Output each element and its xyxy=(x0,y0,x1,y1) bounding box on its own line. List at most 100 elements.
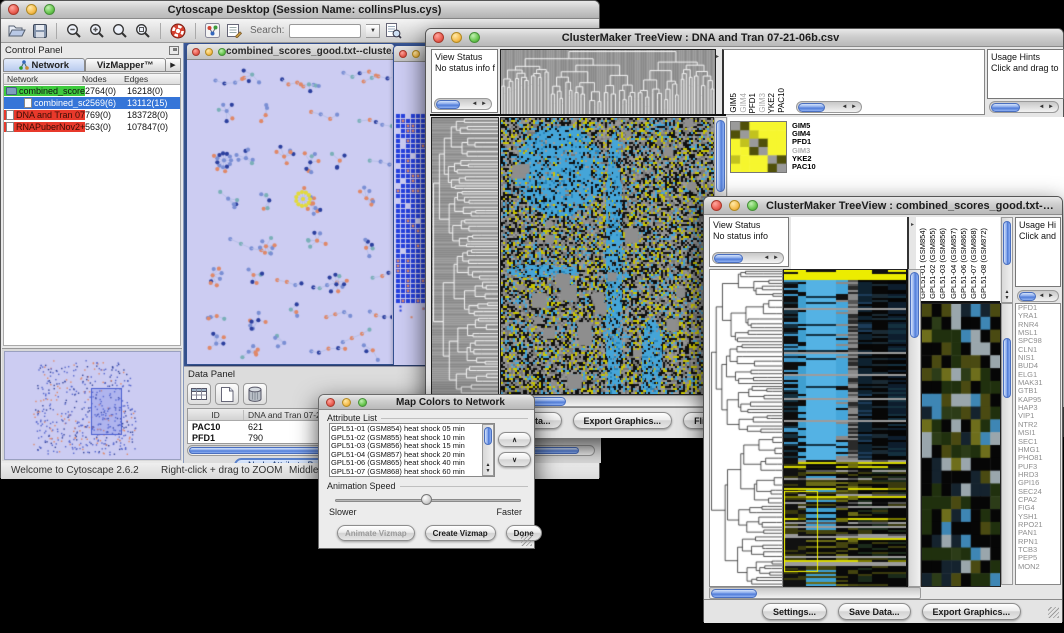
scroll-arrows-icon[interactable] xyxy=(471,101,491,107)
tab-network[interactable]: Network xyxy=(3,58,85,72)
dialog-button[interactable]: Animate Vizmap xyxy=(337,525,415,541)
labels-v-scrollbar[interactable] xyxy=(1001,217,1013,303)
zoom-fit-button[interactable] xyxy=(111,22,129,40)
close-button[interactable] xyxy=(399,50,407,58)
row-dendrogram-canvas[interactable] xyxy=(709,269,783,587)
attribute-item[interactable]: GPL51-03 (GSM856) heat shock 15 min xyxy=(331,442,481,451)
close-button[interactable] xyxy=(326,398,335,407)
maximize-button[interactable] xyxy=(218,48,226,56)
labels-scrollbar[interactable] xyxy=(796,101,862,113)
select-attributes-button[interactable] xyxy=(187,383,211,405)
minimize-button[interactable] xyxy=(451,32,462,43)
attribute-browser-button[interactable] xyxy=(385,22,403,40)
attribute-item[interactable]: GPL51-07 (GSM868) heat shock 60 min xyxy=(331,468,481,477)
tab-vizmapper[interactable]: VizMapper™ xyxy=(85,58,167,72)
animation-speed-slider[interactable] xyxy=(335,494,521,506)
delete-attribute-button[interactable] xyxy=(243,383,267,405)
column-label[interactable]: GPL51-06 (GSM865) xyxy=(959,228,969,299)
usage-hints-scrollbar[interactable] xyxy=(1017,290,1059,302)
zoom-out-button[interactable] xyxy=(65,22,83,40)
scroll-arrows-icon[interactable] xyxy=(1038,293,1058,299)
column-label[interactable]: GPL51-03 (GSM856) xyxy=(938,228,948,299)
maximize-button[interactable] xyxy=(747,200,758,211)
search-input[interactable] xyxy=(289,24,361,38)
column-label[interactable]: GIM5 xyxy=(729,93,739,113)
network-row[interactable]: combined_sco 2569(6) 13112(15) xyxy=(4,97,180,109)
scroll-arrows-icon[interactable] xyxy=(763,255,783,261)
view-status-scrollbar[interactable] xyxy=(712,252,784,264)
treeview1-titlebar[interactable]: ClusterMaker TreeView : DNA and Tran 07-… xyxy=(426,29,1063,47)
global-heatmap-canvas[interactable] xyxy=(783,269,908,587)
attribute-list-scrollbar[interactable] xyxy=(482,424,494,476)
minimize-button[interactable] xyxy=(205,48,213,56)
close-button[interactable] xyxy=(192,48,200,56)
close-button[interactable] xyxy=(711,200,722,211)
treeview-button[interactable]: Settings... xyxy=(762,603,827,620)
column-label[interactable]: GIM4 xyxy=(739,93,749,113)
dialog-button[interactable]: Create Vizmap xyxy=(425,525,496,541)
global-v-scrollbar[interactable] xyxy=(908,269,921,587)
network-row[interactable]: DNA and Tran 07 769(0) 183728(0) xyxy=(4,109,180,121)
gene-label[interactable]: PAC10 xyxy=(792,163,816,171)
resize-grip[interactable] xyxy=(521,535,532,546)
maximize-button[interactable] xyxy=(469,32,480,43)
attribute-item[interactable]: GPL51-04 (GSM857) heat shock 20 min xyxy=(331,451,481,460)
panel-arrow-icon[interactable] xyxy=(911,221,914,228)
heatmap-canvas[interactable] xyxy=(500,117,715,395)
zoom-v-scrollbar[interactable] xyxy=(1001,303,1013,585)
attribute-item[interactable]: GPL51-06 (GSM865) heat shock 40 min xyxy=(331,459,481,468)
zoom-selected-button[interactable] xyxy=(134,22,152,40)
minimize-button[interactable] xyxy=(26,4,37,15)
network-canvas[interactable] xyxy=(187,60,392,364)
vizmapper-nodes-button[interactable] xyxy=(204,22,221,39)
open-session-button[interactable] xyxy=(7,23,27,39)
move-down-button[interactable] xyxy=(498,452,531,467)
treeview-button[interactable]: Save Data... xyxy=(838,603,911,620)
resize-grip[interactable] xyxy=(1048,607,1059,618)
treeview-button[interactable]: Export Graphics... xyxy=(573,412,673,429)
maximize-button[interactable] xyxy=(44,4,55,15)
column-label[interactable]: GIM3 xyxy=(758,93,768,113)
scroll-arrows-icon[interactable] xyxy=(841,104,861,110)
overview-thumbnail[interactable] xyxy=(4,351,181,460)
maximize-button[interactable] xyxy=(358,398,367,407)
view-status-scrollbar[interactable] xyxy=(434,98,492,110)
treeview2-titlebar[interactable]: ClusterMaker TreeView : combined_scores_… xyxy=(704,197,1062,215)
panel-arrow-icon[interactable] xyxy=(716,53,719,60)
dialog-titlebar[interactable]: Map Colors to Network xyxy=(319,395,534,410)
save-session-button[interactable] xyxy=(32,23,48,39)
minimize-button[interactable] xyxy=(342,398,351,407)
float-panel-icon[interactable] xyxy=(169,46,179,55)
zoom-in-button[interactable] xyxy=(88,22,106,40)
close-button[interactable] xyxy=(8,4,19,15)
help-lifesaver-button[interactable] xyxy=(169,22,187,40)
close-button[interactable] xyxy=(433,32,444,43)
gene-label[interactable]: MON2 xyxy=(1018,563,1060,571)
bottom-h-scrollbar[interactable] xyxy=(709,587,921,599)
network-row[interactable]: combined_scores 2764(0) 16218(0) xyxy=(4,85,180,97)
column-label[interactable]: GPL51-07 (GSM868) xyxy=(969,228,979,299)
slider-thumb[interactable] xyxy=(421,494,432,505)
scroll-arrows-icon[interactable] xyxy=(1002,289,1012,301)
column-label[interactable]: YKE2 xyxy=(767,93,777,113)
usage-hints-scrollbar[interactable] xyxy=(989,101,1059,113)
minimize-button[interactable] xyxy=(729,200,740,211)
cytoscape-titlebar[interactable]: Cytoscape Desktop (Session Name: collins… xyxy=(1,1,599,19)
frame-titlebar[interactable]: combined_scores_good.txt--cluste... xyxy=(187,44,394,60)
search-dropdown-button[interactable] xyxy=(366,24,380,38)
column-label[interactable]: GPL51-08 (GSM872) xyxy=(979,228,989,299)
column-label[interactable]: GPL51-02 (GSM855) xyxy=(928,228,938,299)
create-attribute-button[interactable] xyxy=(215,383,239,405)
tab-overflow-button[interactable] xyxy=(166,58,181,72)
row-dendrogram-canvas[interactable] xyxy=(431,117,499,396)
attribute-item[interactable]: GPL51-01 (GSM854) heat shock 05 min xyxy=(331,425,481,434)
column-label[interactable]: GPL51-04 (GSM857) xyxy=(949,228,959,299)
annotation-button[interactable] xyxy=(226,22,243,39)
column-label[interactable]: PAC10 xyxy=(777,88,787,113)
column-label[interactable]: PFD1 xyxy=(748,93,758,113)
scroll-arrows-icon[interactable] xyxy=(1038,104,1058,110)
move-up-button[interactable] xyxy=(498,432,531,447)
column-dendrogram-canvas[interactable] xyxy=(500,49,716,115)
correlation-heatmap-canvas[interactable] xyxy=(730,121,787,173)
minimize-button[interactable] xyxy=(412,50,420,58)
